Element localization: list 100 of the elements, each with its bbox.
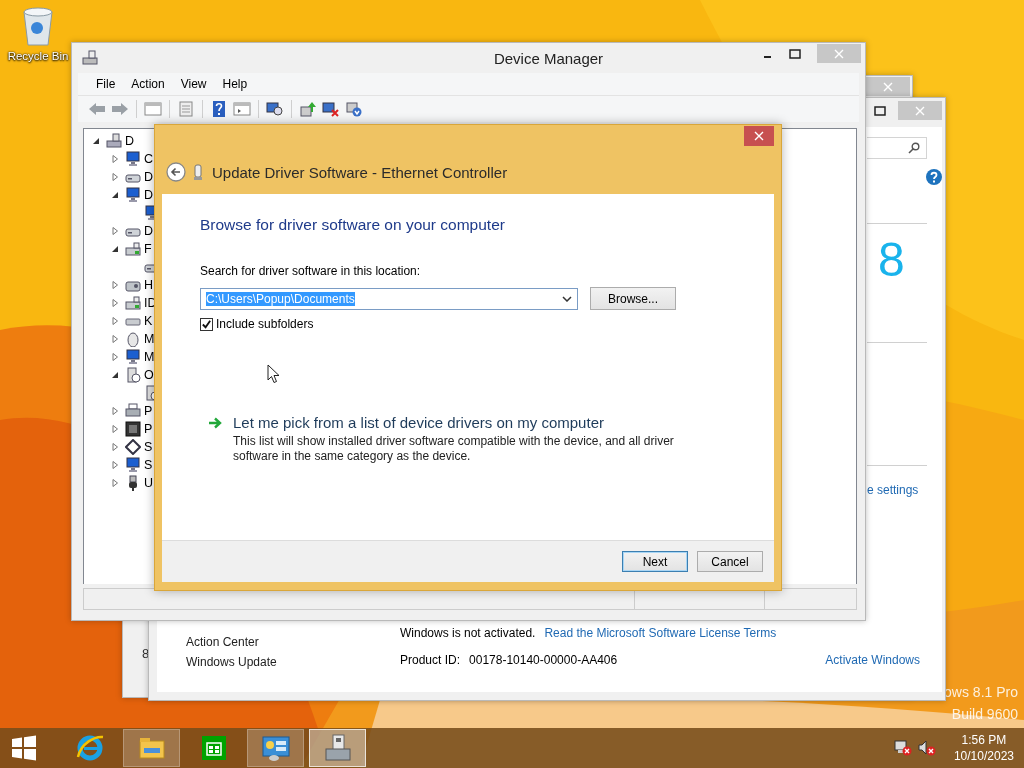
tree-item[interactable]: F: [144, 242, 152, 256]
tree-item[interactable]: P: [144, 404, 153, 418]
see-also-link[interactable]: Windows Update: [186, 655, 400, 669]
mouse-icon: [125, 331, 141, 347]
device-arrow-icon[interactable]: [299, 101, 317, 117]
back-arrow-icon[interactable]: [88, 101, 106, 117]
collapsed-arrow-icon[interactable]: [111, 317, 119, 325]
taskbar-app-button[interactable]: [247, 729, 304, 767]
dialog-button[interactable]: Next: [622, 551, 688, 572]
taskbar-app-button[interactable]: [309, 729, 366, 767]
collapsed-arrow-icon[interactable]: [111, 299, 119, 307]
collapsed-arrow-icon[interactable]: [111, 461, 119, 469]
window-pane-icon[interactable]: [233, 101, 251, 117]
menu-item[interactable]: Help: [214, 77, 256, 91]
license-terms-link[interactable]: Read the Microsoft Software License Terms: [544, 626, 777, 640]
dialog-heading: Browse for driver software on your computer: [200, 216, 506, 234]
monitor-icon: [125, 349, 141, 365]
collapsed-arrow-icon[interactable]: [111, 173, 119, 181]
maximize-button[interactable]: [789, 48, 801, 59]
dialog-button[interactable]: Cancel: [697, 551, 763, 572]
tree-item[interactable]: D: [125, 134, 135, 148]
tree-item[interactable]: O: [144, 368, 154, 382]
collapsed-arrow-icon[interactable]: [111, 155, 119, 163]
close-icon: [834, 48, 844, 59]
collapsed-arrow-icon[interactable]: [111, 353, 119, 361]
network-error-icon[interactable]: [893, 740, 912, 756]
expanded-arrow-icon[interactable]: [111, 371, 119, 379]
search-icon[interactable]: [908, 142, 920, 154]
clock-date[interactable]: 10/10/2023: [953, 749, 1014, 763]
monitor-icon: [125, 151, 141, 167]
see-also-link[interactable]: Action Center: [186, 635, 400, 649]
tree-item[interactable]: D: [144, 170, 154, 184]
collapsed-arrow-icon[interactable]: [111, 443, 119, 451]
tree-item[interactable]: P: [144, 422, 153, 436]
help-icon[interactable]: [926, 169, 942, 185]
settings-link[interactable]: e settings: [867, 483, 935, 497]
pick-driver-link[interactable]: Let me pick from a list of device drivers on my computer: [208, 414, 736, 431]
maximize-button[interactable]: [874, 105, 886, 116]
search-field[interactable]: [867, 137, 927, 159]
expanded-arrow-icon[interactable]: [111, 245, 119, 253]
computer-icon: [106, 133, 122, 149]
tree-item[interactable]: M: [144, 350, 155, 364]
tree-item[interactable]: M: [144, 332, 155, 346]
pick-driver-description: This list will show installed driver software compatible with the device, and all driver software in the same category as the device.: [233, 434, 675, 464]
recycle-bin-icon[interactable]: [21, 6, 55, 46]
monitor-x-icon[interactable]: [322, 101, 340, 117]
close-icon: [754, 131, 764, 141]
chip-icon: [125, 421, 141, 437]
control-panel-icon: [260, 733, 291, 763]
mouse-cursor-icon: [267, 364, 280, 384]
tree-item[interactable]: K: [144, 314, 153, 328]
computer-icon: [322, 733, 353, 763]
forward-arrow-icon[interactable]: [111, 101, 129, 117]
product-id-value: 00178-10140-00000-AA406: [469, 653, 618, 667]
partial-text: 8: [142, 646, 150, 661]
menu-item[interactable]: Action: [123, 77, 173, 91]
window-title: Device Manager: [492, 49, 605, 67]
product-id-label: Product ID:: [400, 653, 461, 667]
caret-icon[interactable]: [562, 295, 572, 302]
checkbox[interactable]: [200, 317, 213, 331]
close-icon: [883, 81, 893, 92]
collapsed-arrow-icon[interactable]: [111, 335, 119, 343]
monitor-icon: [125, 457, 141, 473]
activation-status: Windows is not activated.: [400, 626, 536, 640]
checkbox-label[interactable]: Include subfolders: [216, 317, 314, 331]
device-icon: [125, 367, 141, 383]
field-label: Search for driver software in this location:: [200, 264, 422, 278]
printer-icon: [125, 403, 141, 419]
menu-item[interactable]: View: [172, 77, 215, 91]
tree-item[interactable]: C: [144, 152, 154, 166]
activate-windows-link[interactable]: Activate Windows: [825, 653, 920, 667]
dialog-title: Update Driver Software - Ethernet Controller: [212, 163, 508, 181]
device-down-arrow-icon[interactable]: [345, 101, 363, 117]
tree-item[interactable]: U: [144, 476, 154, 490]
watermark-text: Build 9600: [951, 706, 1018, 722]
computer-icon: [82, 50, 98, 66]
speaker-muted-icon[interactable]: [917, 740, 936, 756]
collapsed-arrow-icon[interactable]: [111, 407, 119, 415]
help-icon[interactable]: [210, 101, 228, 117]
browser-icon: [74, 733, 105, 763]
monitor-magnifier-icon[interactable]: [266, 101, 284, 117]
expanded-arrow-icon[interactable]: [92, 137, 100, 145]
tree-item[interactable]: S: [144, 440, 153, 454]
menu-item[interactable]: File: [88, 77, 124, 91]
tree-item[interactable]: H: [144, 278, 154, 292]
back-button[interactable]: [166, 162, 186, 182]
tree-item[interactable]: S: [144, 458, 153, 472]
controller-icon: [125, 295, 141, 311]
collapsed-arrow-icon[interactable]: [111, 479, 119, 487]
tree-item[interactable]: D: [144, 188, 154, 202]
browse-button[interactable]: Browse...: [590, 287, 676, 310]
windows-start-button[interactable]: [11, 735, 37, 761]
tree-item[interactable]: D: [144, 224, 154, 238]
controller-icon: [125, 241, 141, 257]
collapsed-arrow-icon[interactable]: [111, 281, 119, 289]
collapsed-arrow-icon[interactable]: [111, 425, 119, 433]
expanded-arrow-icon[interactable]: [111, 191, 119, 199]
clock-time[interactable]: 1:56 PM: [961, 733, 1007, 747]
collapsed-arrow-icon[interactable]: [111, 227, 119, 235]
close-button[interactable]: [744, 126, 774, 146]
